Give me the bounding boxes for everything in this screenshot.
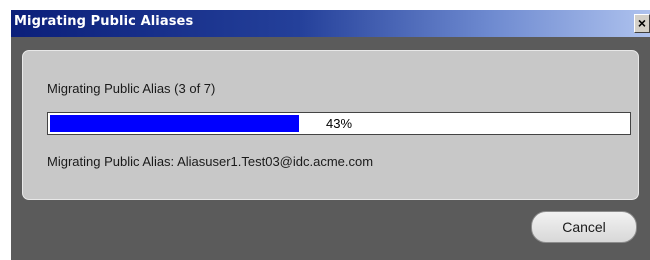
progress-panel: Migrating Public Alias (3 of 7) 43% Migr… [22, 50, 639, 200]
close-icon[interactable]: × [634, 14, 650, 33]
title-bar[interactable]: Migrating Public Aliases × [11, 10, 650, 37]
progress-percent-label: 43% [325, 116, 353, 131]
dialog-title: Migrating Public Aliases [14, 14, 194, 29]
migration-dialog: Migrating Public Aliases × Migrating Pub… [11, 10, 650, 260]
progress-bar: 43% [47, 112, 631, 135]
progress-status-title: Migrating Public Alias (3 of 7) [47, 81, 216, 96]
cancel-button[interactable]: Cancel [531, 211, 637, 243]
progress-status-detail: Migrating Public Alias: Aliasuser1.Test0… [47, 154, 374, 169]
